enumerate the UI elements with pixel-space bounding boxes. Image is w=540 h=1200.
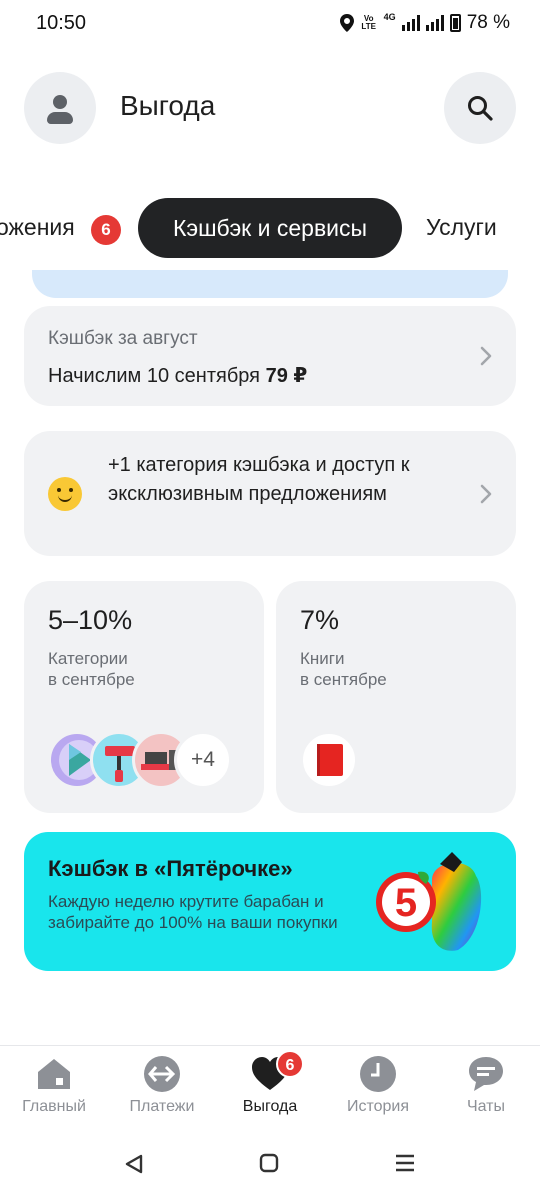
bottom-navigation: Главный Платежи 6 Выгода История Чаты (0, 1045, 540, 1125)
books-subtitle: Книги в сентябре (300, 649, 387, 689)
books-tile[interactable]: 7% Книги в сентябре (276, 581, 516, 813)
search-button[interactable] (444, 72, 516, 144)
pyaterochka-logo-icon: 5 (376, 852, 482, 951)
tab-services[interactable]: Услуги (426, 214, 497, 241)
smile-emoji-icon (48, 477, 82, 511)
status-icons: Vo LTE 4G 78 % (339, 12, 510, 34)
nav-benefits[interactable]: 6 Выгода (216, 1050, 324, 1116)
nav-history[interactable]: История (324, 1054, 432, 1116)
battery-percent: 78 % (466, 12, 510, 33)
tab-offers-badge: 6 (91, 215, 121, 245)
status-time: 10:50 (36, 12, 87, 34)
home-button-icon[interactable] (259, 1153, 279, 1173)
cashback-amount: 79 ₽ (265, 365, 308, 387)
signal-icon (401, 15, 420, 31)
chevron-right-icon (480, 484, 492, 504)
accrual-date-text: Начислим 10 сентября (48, 365, 261, 387)
banner-remnant[interactable] (32, 270, 508, 298)
chevron-right-icon (480, 346, 492, 366)
nav-chats-label: Чаты (466, 1098, 506, 1115)
avatar[interactable] (24, 72, 96, 144)
categories-percent: 5–10% (48, 605, 133, 635)
tab-cashback-services[interactable]: Кэшбэк и сервисы (138, 198, 402, 258)
chat-icon (469, 1057, 503, 1091)
search-icon (468, 96, 493, 121)
badge-count: 6 (91, 215, 121, 245)
extra-category-text: +1 категория кэшбэка и доступ к эксклюзи… (108, 454, 410, 505)
pyaterochka-logo-digit: 5 (395, 881, 417, 925)
nav-chats[interactable]: Чаты (432, 1054, 540, 1116)
nav-payments-label: Платежи (129, 1098, 195, 1115)
signal-icon-2 (425, 15, 444, 31)
transfer-icon (144, 1056, 180, 1092)
pyaterochka-title: Кэшбэк в «Пятёрочке» (48, 856, 293, 881)
category-icons: +4 (48, 731, 248, 791)
location-icon (339, 14, 354, 32)
books-percent: 7% (300, 605, 340, 635)
user-icon (53, 95, 67, 109)
categories-subtitle: Категории в сентябре (48, 649, 135, 689)
clock-icon (360, 1056, 396, 1092)
network-type: 4G (383, 12, 396, 22)
cashback-month-label: Кэшбэк за август (48, 328, 198, 349)
page-title: Выгода (120, 90, 216, 121)
user-icon-body (47, 112, 73, 124)
nav-home[interactable]: Главный (0, 1054, 108, 1116)
pyaterochka-banner[interactable]: Кэшбэк в «Пятёрочке» Каждую неделю крути… (24, 832, 516, 971)
nav-history-label: История (346, 1098, 410, 1115)
nav-benefits-label: Выгода (242, 1098, 298, 1115)
battery-icon (449, 14, 461, 32)
home-icon (38, 1059, 70, 1089)
categories-tile[interactable]: 5–10% Категории в сентябре +4 (24, 581, 264, 813)
volte-icon: Vo LTE (361, 14, 376, 31)
recents-icon[interactable] (394, 1153, 416, 1173)
books-icons (300, 731, 500, 791)
cashback-month-card[interactable]: Кэшбэк за август Начислим 10 сентября 79… (24, 306, 516, 406)
extra-category-card[interactable]: +1 категория кэшбэка и доступ к эксклюзи… (24, 431, 516, 556)
more-categories-count: +4 (174, 731, 232, 789)
book-icon (300, 731, 358, 789)
tab-offers[interactable]: ожения (0, 214, 75, 241)
header: Выгода (24, 72, 516, 144)
back-icon[interactable] (123, 1153, 145, 1175)
nav-home-label: Главный (22, 1098, 86, 1115)
cashback-month-text: Начислим 10 сентября 79 ₽ (48, 363, 307, 388)
tabs-bar: ожения Кэшбэк и сервисы Услуги (0, 198, 540, 258)
pyaterochka-text: Каждую неделю крутите барабан и забирайт… (48, 892, 338, 932)
nav-payments[interactable]: Платежи (108, 1054, 216, 1116)
nav-benefits-badge: 6 (276, 1050, 304, 1078)
system-navigation (0, 1125, 540, 1200)
status-bar: 10:50 Vo LTE 4G 78 % (0, 0, 540, 46)
